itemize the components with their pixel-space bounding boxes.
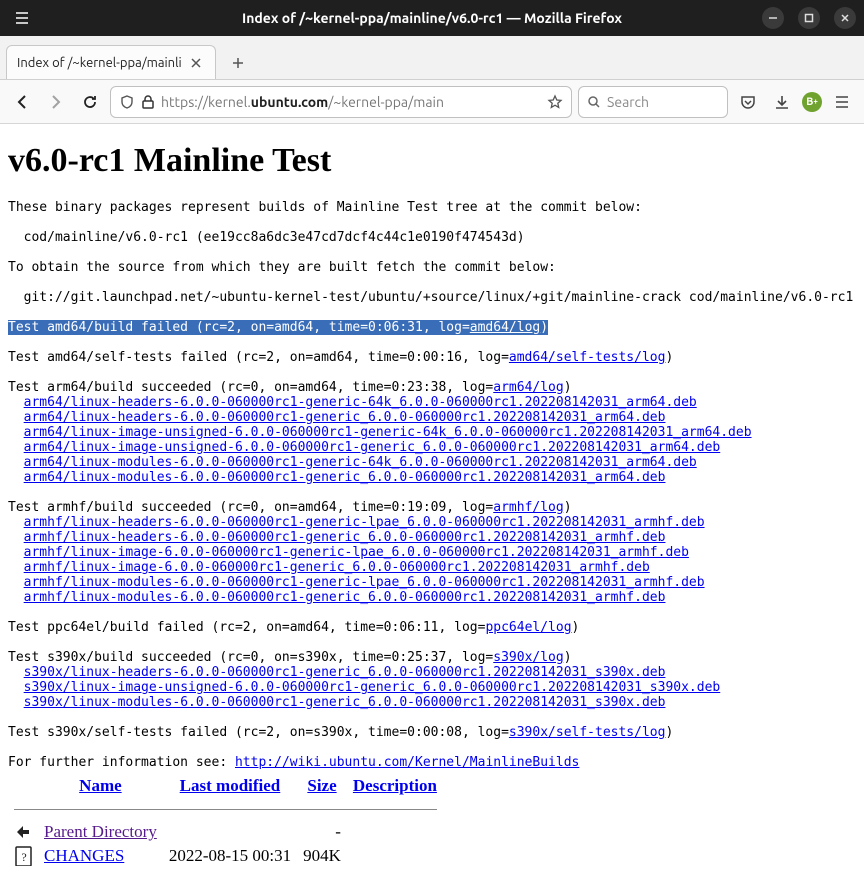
window-title: Index of /~kernel-ppa/mainline/v6.0-rc1 … [128, 10, 736, 26]
app-menu-icon[interactable] [8, 4, 36, 32]
file-link[interactable]: armhf/linux-image-6.0.0-060000rc1-generi… [24, 545, 689, 560]
file-date [163, 820, 297, 844]
file-link[interactable]: arm64/log [493, 380, 563, 395]
file-link[interactable]: amd64/self-tests/log [509, 350, 666, 365]
file-link[interactable]: arm64/linux-modules-6.0.0-060000rc1-gene… [24, 470, 666, 485]
table-header[interactable]: Description [347, 774, 443, 798]
file-name-link[interactable]: Parent Directory [44, 822, 157, 841]
file-link[interactable]: s390x/linux-modules-6.0.0-060000rc1-gene… [24, 695, 666, 710]
address-bar[interactable]: https://kernel.ubuntu.com/~kernel-ppa/ma… [110, 86, 572, 118]
file-link[interactable]: armhf/linux-headers-6.0.0-060000rc1-gene… [24, 530, 666, 545]
file-name-link[interactable]: CHANGES [44, 846, 124, 865]
file-link[interactable]: armhf/linux-modules-6.0.0-060000rc1-gene… [24, 575, 705, 590]
file-size: 904K [297, 844, 347, 868]
file-link[interactable]: armhf/linux-image-6.0.0-060000rc1-generi… [24, 560, 650, 575]
titlebar: Index of /~kernel-ppa/mainline/v6.0-rc1 … [0, 0, 864, 36]
new-tab-button[interactable] [222, 47, 254, 79]
file-link[interactable]: armhf/linux-modules-6.0.0-060000rc1-gene… [24, 590, 666, 605]
file-date: 2022-08-15 00:31 [163, 844, 297, 868]
toolbar: https://kernel.ubuntu.com/~kernel-ppa/ma… [0, 80, 864, 124]
page-title: v6.0-rc1 Mainline Test [8, 142, 856, 180]
file-link[interactable]: s390x/linux-image-unsigned-6.0.0-060000r… [24, 680, 721, 695]
page-content: v6.0-rc1 Mainline Test These binary pack… [0, 124, 864, 868]
directory-table: NameLast modifiedSizeDescription Parent … [8, 774, 443, 868]
log-link[interactable]: amd64/log [470, 320, 540, 335]
maximize-button[interactable] [798, 7, 820, 29]
forward-button [42, 88, 70, 116]
file-icon [8, 820, 38, 844]
minimize-button[interactable] [762, 7, 784, 29]
table-row: ? CHANGES 2022-08-15 00:31904K [8, 844, 443, 868]
file-link[interactable]: arm64/linux-image-unsigned-6.0.0-060000r… [24, 440, 721, 455]
file-link[interactable]: http://wiki.ubuntu.com/Kernel/MainlineBu… [235, 755, 579, 770]
table-header[interactable]: Name [38, 774, 163, 798]
reload-button[interactable] [76, 88, 104, 116]
extension-badge[interactable]: B+ [802, 92, 822, 112]
lock-icon[interactable] [141, 94, 155, 110]
file-link[interactable]: s390x/linux-headers-6.0.0-060000rc1-gene… [24, 665, 666, 680]
tab[interactable]: Index of /~kernel-ppa/mainli [6, 45, 216, 79]
search-placeholder: Search [607, 94, 649, 110]
shield-icon[interactable] [119, 94, 135, 110]
file-link[interactable]: arm64/linux-headers-6.0.0-060000rc1-gene… [24, 410, 666, 425]
file-link[interactable]: arm64/linux-modules-6.0.0-060000rc1-gene… [24, 455, 697, 470]
back-button[interactable] [8, 88, 36, 116]
close-tab-icon[interactable] [187, 54, 205, 72]
pocket-icon[interactable] [734, 88, 762, 116]
file-link[interactable]: s390x/self-tests/log [509, 725, 666, 740]
close-button[interactable] [834, 7, 856, 29]
tab-label: Index of /~kernel-ppa/mainli [17, 56, 187, 70]
search-icon [587, 95, 601, 109]
bookmark-star-icon[interactable] [547, 94, 563, 110]
file-icon: ? [8, 844, 38, 868]
table-header[interactable]: Last modified [163, 774, 297, 798]
svg-text:?: ? [21, 850, 26, 864]
file-link[interactable]: s390x/log [493, 650, 563, 665]
file-link[interactable]: arm64/linux-image-unsigned-6.0.0-060000r… [24, 425, 752, 440]
tabbar: Index of /~kernel-ppa/mainli [0, 36, 864, 80]
file-link[interactable]: armhf/log [493, 500, 563, 515]
url-text: https://kernel.ubuntu.com/~kernel-ppa/ma… [161, 94, 541, 110]
hamburger-menu-icon[interactable] [828, 88, 856, 116]
table-header[interactable]: Size [297, 774, 347, 798]
table-row: Parent Directory - [8, 820, 443, 844]
file-link[interactable]: ppc64el/log [485, 620, 571, 635]
file-link[interactable]: armhf/linux-headers-6.0.0-060000rc1-gene… [24, 515, 705, 530]
file-size: - [297, 820, 347, 844]
downloads-icon[interactable] [768, 88, 796, 116]
file-link[interactable]: arm64/linux-headers-6.0.0-060000rc1-gene… [24, 395, 697, 410]
search-bar[interactable]: Search [578, 86, 728, 118]
